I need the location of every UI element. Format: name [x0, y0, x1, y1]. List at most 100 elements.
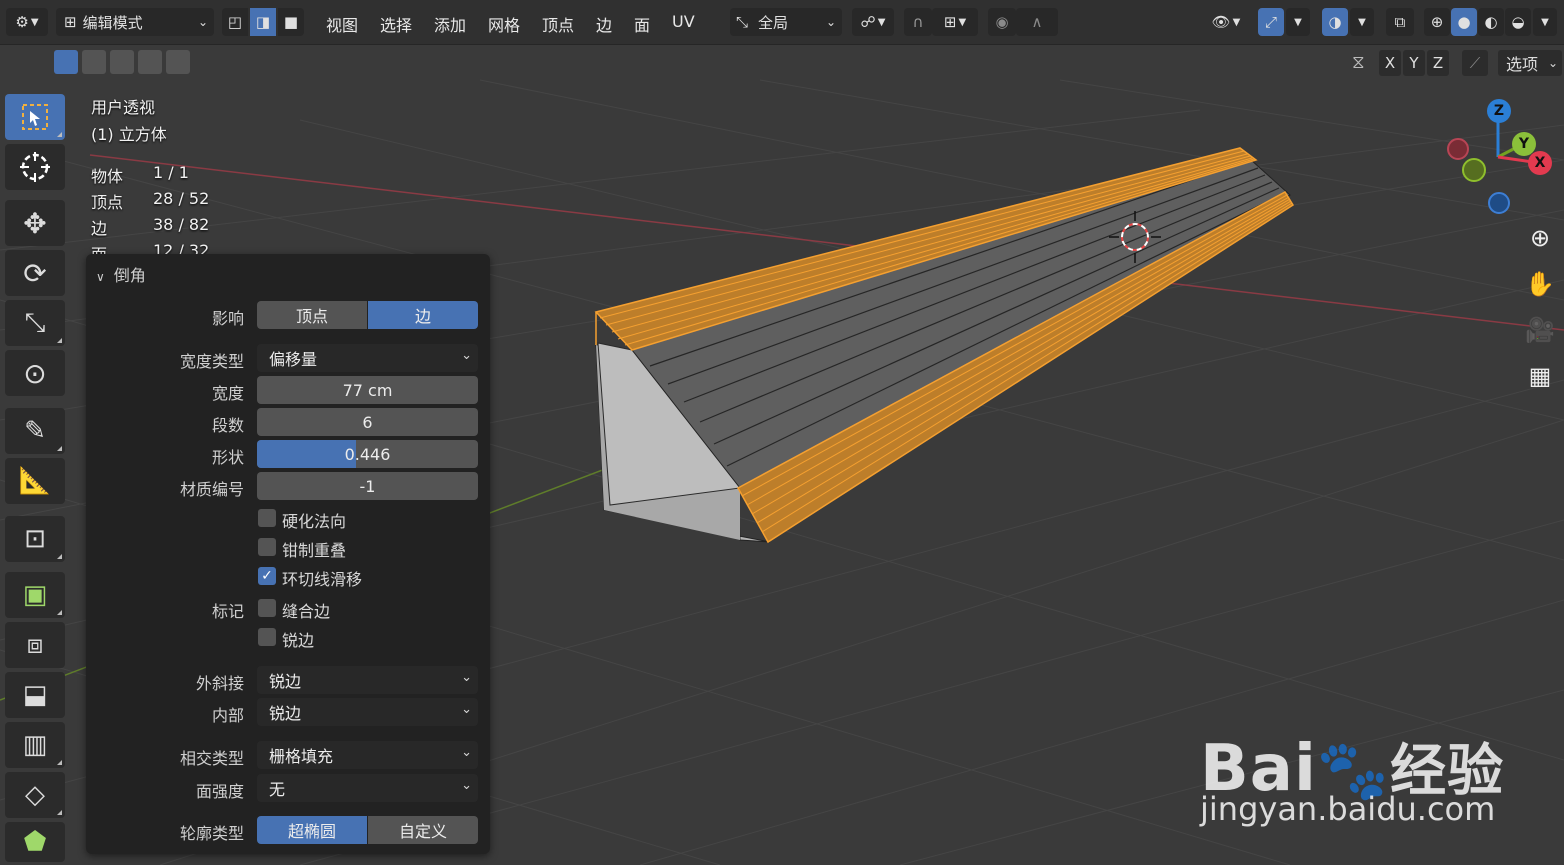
miter-inner-dropdown[interactable]: 锐边 ⌄	[257, 698, 478, 726]
visibility-dropdown[interactable]: 👁 ▼	[1202, 8, 1250, 36]
tool-select-box[interactable]	[5, 94, 65, 140]
navigation-gizmo	[1447, 112, 1541, 214]
tool-knife[interactable]: ◇	[5, 772, 65, 818]
profile-superellipse-button[interactable]: 超椭圆	[257, 816, 367, 844]
shading-solid-button[interactable]: ●	[1451, 8, 1477, 36]
select-new-button[interactable]	[54, 50, 78, 74]
segments-field[interactable]: 6	[257, 408, 478, 436]
segments-value: 6	[362, 412, 373, 432]
tool-move[interactable]: ✥	[5, 200, 65, 246]
shading-dropdown[interactable]: ▼	[1533, 8, 1557, 36]
tool-bevel[interactable]: ⬓	[5, 672, 65, 718]
loop-slide-checkbox[interactable]: ✓	[258, 567, 276, 585]
select-intersect-button[interactable]	[166, 50, 190, 74]
stat-label: 顶点	[91, 193, 124, 212]
overlay-dropdown[interactable]: ▼	[1350, 8, 1374, 36]
panel-header[interactable]: ∨ 倒角	[96, 262, 146, 286]
face-select-icon: ■	[283, 13, 299, 31]
profile-custom-button[interactable]: 自定义	[368, 816, 478, 844]
editor-type-button[interactable]: ⚙ ▼	[6, 8, 48, 36]
shading-rendered-button[interactable]: ◒	[1505, 8, 1531, 36]
mirror-x-button[interactable]: X	[1379, 50, 1401, 76]
chevron-down-icon: ▼	[1541, 16, 1549, 28]
tool-poly-build[interactable]: ⬟	[5, 822, 65, 862]
profile-type-label: 轮廓类型	[179, 824, 244, 843]
affect-edges-button[interactable]: 边	[368, 301, 478, 329]
vertex-select-button[interactable]: ◰	[222, 8, 248, 36]
rendered-sphere-icon: ◒	[1511, 13, 1525, 31]
menu-edge[interactable]: 边	[596, 12, 612, 36]
mirror-y-button[interactable]: Y	[1403, 50, 1425, 76]
width-type-dropdown[interactable]: 偏移量 ⌄	[257, 344, 478, 372]
tool-measure[interactable]: 📐	[5, 458, 65, 504]
menu-uv[interactable]: UV	[672, 12, 695, 31]
affect-label: 影响	[211, 309, 244, 328]
material-sphere-icon: ◐	[1484, 13, 1498, 31]
pivot-point-dropdown[interactable]: ☍ ▼	[852, 8, 894, 36]
shading-wireframe-button[interactable]: ⊕	[1424, 8, 1450, 36]
options-label: 选项	[1506, 55, 1539, 74]
edge-select-button[interactable]: ◨	[250, 8, 276, 36]
mark-seams-checkbox[interactable]	[258, 599, 276, 617]
tool-loop-cut[interactable]: ▥	[5, 722, 65, 768]
menu-face[interactable]: 面	[634, 12, 650, 36]
tool-add-cube[interactable]: ⊡	[5, 516, 65, 562]
chevron-down-icon: ▼	[1294, 16, 1302, 28]
select-subtract-button[interactable]	[110, 50, 134, 74]
options-dropdown[interactable]: 选项 ⌄	[1498, 50, 1562, 76]
snap-toggle[interactable]: ∩	[904, 8, 932, 36]
tool-annotate[interactable]: ✎	[5, 408, 65, 454]
shape-slider[interactable]: 0.446	[257, 440, 478, 468]
tool-scale[interactable]: ⤡	[5, 300, 65, 346]
face-select-button[interactable]: ■	[278, 8, 304, 36]
mark-sharp-checkbox[interactable]	[258, 628, 276, 646]
clamp-overlap-checkbox[interactable]	[258, 538, 276, 556]
tool-transform[interactable]: ⊙	[5, 350, 65, 396]
gizmo-x-button[interactable]: X	[1528, 151, 1552, 175]
transform-orientation-dropdown[interactable]: ⤡ 全局 ⌄	[730, 8, 842, 36]
bevelled-cube-mesh	[594, 147, 1295, 544]
proportional-falloff-dropdown[interactable]: ∧	[1016, 8, 1058, 36]
tool-cursor[interactable]	[5, 144, 65, 190]
chevron-down-icon: ▼	[1232, 16, 1241, 28]
camera-icon: 🎥	[1525, 316, 1555, 344]
menu-select[interactable]: 选择	[380, 12, 412, 36]
snap-target-dropdown[interactable]: ⊞ ▼	[932, 8, 978, 36]
tool-inset[interactable]: ⧈	[5, 622, 65, 668]
pan-button[interactable]: ✋	[1520, 264, 1560, 304]
intersection-type-dropdown[interactable]: 栅格填充 ⌄	[257, 741, 478, 769]
gizmo-toggle[interactable]: ⤢	[1258, 8, 1284, 36]
xray-toggle[interactable]: ⧉	[1386, 8, 1414, 36]
menu-view[interactable]: 视图	[326, 12, 358, 36]
panel-title: 倒角	[113, 266, 146, 285]
menu-add[interactable]: 添加	[434, 12, 466, 36]
chevron-down-icon: ▼	[877, 16, 886, 28]
mode-dropdown[interactable]: ⊞ 编辑模式 ⌄	[56, 8, 214, 36]
mirror-icon: ⧖	[1352, 52, 1365, 73]
material-field[interactable]: -1	[257, 472, 478, 500]
shading-material-button[interactable]: ◐	[1478, 8, 1504, 36]
affect-vertices-button[interactable]: 顶点	[257, 301, 367, 329]
miter-outer-dropdown[interactable]: 锐边 ⌄	[257, 666, 478, 694]
harden-normals-checkbox[interactable]	[258, 509, 276, 527]
gizmo-dropdown[interactable]: ▼	[1286, 8, 1310, 36]
proportional-edit-toggle[interactable]: ◉	[988, 8, 1016, 36]
gizmo-z-button[interactable]: Z	[1487, 99, 1511, 123]
overlay-toggle[interactable]: ◑	[1322, 8, 1348, 36]
menu-vertex[interactable]: 顶点	[542, 12, 574, 36]
mirror-z-button[interactable]: Z	[1427, 50, 1449, 76]
view-name: 用户透视	[91, 98, 156, 117]
select-extend-button[interactable]	[82, 50, 106, 74]
face-strength-dropdown[interactable]: 无 ⌄	[257, 774, 478, 802]
perspective-toggle-button[interactable]: ▦	[1520, 356, 1560, 396]
tool-rotate[interactable]: ⟳	[5, 250, 65, 296]
width-field[interactable]: 77 cm	[257, 376, 478, 404]
menu-mesh[interactable]: 网格	[488, 12, 520, 36]
tool-extrude[interactable]: ▣	[5, 572, 65, 618]
gizmo-x-label: X	[1534, 155, 1546, 171]
zoom-button[interactable]: ⊕	[1520, 218, 1560, 258]
auto-merge-button[interactable]: ⟋	[1462, 50, 1488, 76]
camera-view-button[interactable]: 🎥	[1520, 310, 1560, 350]
chevron-down-icon: ⌄	[461, 702, 472, 717]
select-invert-button[interactable]	[138, 50, 162, 74]
